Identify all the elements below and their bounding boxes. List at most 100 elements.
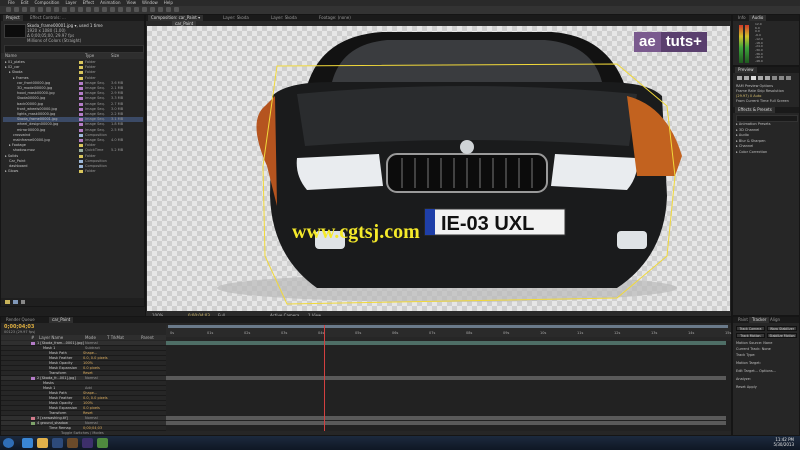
label-color-swatch[interactable]: [79, 113, 83, 116]
effects-category[interactable]: ▸ Blur & Sharpen: [733, 139, 797, 144]
last-frame-icon[interactable]: [765, 76, 770, 80]
tool-icon[interactable]: [30, 7, 35, 12]
preview-row-4[interactable]: From Current Time Full Screen: [733, 99, 797, 104]
warp-stabilizer-button[interactable]: Warp Stabilizer: [767, 326, 797, 331]
label-color-swatch[interactable]: [79, 97, 83, 101]
label-color-swatch[interactable]: [79, 149, 83, 153]
layer-label-color[interactable]: [31, 342, 35, 345]
column-size[interactable]: Size: [111, 53, 119, 58]
layer-duration-bar[interactable]: [166, 416, 726, 420]
label-color-swatch[interactable]: [79, 154, 83, 158]
tab-effects-presets[interactable]: Effects & Presets: [735, 107, 775, 113]
tab-info[interactable]: Info: [735, 15, 749, 21]
explorer-icon[interactable]: [37, 438, 48, 448]
effects-category[interactable]: ▸ 3D Channel: [733, 128, 797, 133]
tool-icon[interactable]: [166, 7, 171, 12]
stabilize-motion-button[interactable]: Stabilize Motion: [767, 333, 797, 338]
ae-icon[interactable]: [82, 438, 93, 448]
current-track[interactable]: Current Track: None: [733, 347, 797, 352]
loop-icon[interactable]: [779, 76, 784, 80]
label-color-swatch[interactable]: [79, 128, 83, 132]
effects-category[interactable]: ▸ Channel: [733, 144, 797, 149]
tool-icon[interactable]: [118, 7, 123, 12]
tool-icon[interactable]: [126, 7, 131, 12]
next-frame-icon[interactable]: [758, 76, 763, 80]
label-color-swatch[interactable]: [79, 102, 83, 106]
tab-render-queue[interactable]: Render Queue: [3, 317, 38, 323]
label-color-swatch[interactable]: [79, 118, 83, 122]
label-color-swatch[interactable]: [79, 66, 83, 70]
first-frame-icon[interactable]: [737, 76, 742, 80]
column-name[interactable]: Name: [5, 53, 17, 58]
analyze-row[interactable]: Analyze:: [733, 377, 797, 382]
project-item[interactable]: ▸ Glows Folder: [3, 169, 143, 174]
work-area-bar[interactable]: [168, 325, 728, 328]
tool-icon[interactable]: [22, 7, 27, 12]
label-color-swatch[interactable]: [79, 139, 83, 142]
ram-preview-icon[interactable]: [786, 76, 791, 80]
tab-align[interactable]: Align: [767, 317, 783, 323]
column-type[interactable]: Type: [85, 53, 94, 58]
tool-icon[interactable]: [46, 7, 51, 12]
layer-duration-bar[interactable]: [166, 376, 726, 380]
label-color-swatch[interactable]: [79, 61, 83, 64]
tool-icon[interactable]: [94, 7, 99, 12]
tool-icon[interactable]: [158, 7, 163, 12]
tab-timeline-comp[interactable]: car_Paint: [49, 317, 74, 323]
tool-icon[interactable]: [134, 7, 139, 12]
layer-label-color[interactable]: [31, 417, 35, 420]
comp-viewer[interactable]: IE-03 UXL www.cgtsj.com ae tuts+: [147, 26, 730, 311]
tool-icon[interactable]: [78, 7, 83, 12]
effects-category[interactable]: ▸ Animation Presets: [733, 122, 797, 127]
tab-project[interactable]: Project: [3, 15, 23, 21]
tab-audio[interactable]: Audio: [749, 15, 767, 21]
current-time-indicator[interactable]: [324, 325, 326, 431]
tool-icon[interactable]: [142, 7, 147, 12]
label-color-swatch[interactable]: [79, 92, 83, 96]
label-color-swatch[interactable]: [79, 144, 83, 148]
tool-icon[interactable]: [38, 7, 43, 12]
start-orb[interactable]: [3, 438, 14, 448]
effects-search-input[interactable]: [736, 115, 798, 122]
label-color-swatch[interactable]: [79, 170, 83, 174]
trash-icon[interactable]: [21, 300, 25, 304]
track-camera-button[interactable]: Track Camera: [736, 326, 765, 331]
track-area[interactable]: [166, 341, 731, 431]
ps-icon[interactable]: [52, 438, 63, 448]
tool-icon[interactable]: [150, 7, 155, 12]
tool-icon[interactable]: [62, 7, 67, 12]
new-comp-icon[interactable]: [13, 300, 18, 304]
tab-effect-controls[interactable]: Effect Controls: ...: [27, 15, 69, 21]
edit-target[interactable]: Edit Target... Options...: [733, 369, 797, 374]
track-motion-button[interactable]: Track Motion: [736, 333, 765, 338]
col-layer-name[interactable]: Layer Name: [39, 335, 63, 340]
label-color-swatch[interactable]: [79, 165, 83, 168]
clock-date[interactable]: 5/30/2013: [773, 442, 794, 447]
layer-label-color[interactable]: [31, 422, 35, 425]
prev-frame-icon[interactable]: [744, 76, 749, 80]
mute-icon[interactable]: [772, 76, 777, 80]
tool-icon[interactable]: [86, 7, 91, 12]
label-color-swatch[interactable]: [79, 87, 83, 90]
search-input[interactable]: [4, 45, 144, 53]
tool-icon[interactable]: [70, 7, 75, 12]
label-color-swatch[interactable]: [79, 76, 83, 80]
new-folder-icon[interactable]: [5, 300, 10, 304]
media-icon[interactable]: [97, 438, 108, 448]
label-color-swatch[interactable]: [79, 81, 83, 85]
motion-source[interactable]: Motion Source: None: [733, 341, 797, 346]
play-icon[interactable]: [751, 76, 756, 80]
effects-category[interactable]: ▸ Color Correction: [733, 150, 797, 155]
effects-category[interactable]: ▸ Audio: [733, 133, 797, 138]
label-color-swatch[interactable]: [79, 107, 83, 111]
tab-preview[interactable]: Preview: [735, 67, 757, 73]
label-color-swatch[interactable]: [79, 133, 83, 137]
label-color-swatch[interactable]: [79, 123, 83, 127]
tool-icon[interactable]: [14, 7, 19, 12]
ie-icon[interactable]: [22, 438, 33, 448]
reset-apply[interactable]: Reset Apply: [733, 385, 797, 390]
label-color-swatch[interactable]: [79, 159, 83, 163]
time-ruler[interactable]: 0s 01s 02s 03s 04s 05s 06s 07s 08s 09s 10s 11s 12s 13…: [166, 325, 731, 337]
tool-icon[interactable]: [6, 7, 11, 12]
layer-duration-bar[interactable]: [166, 341, 726, 345]
